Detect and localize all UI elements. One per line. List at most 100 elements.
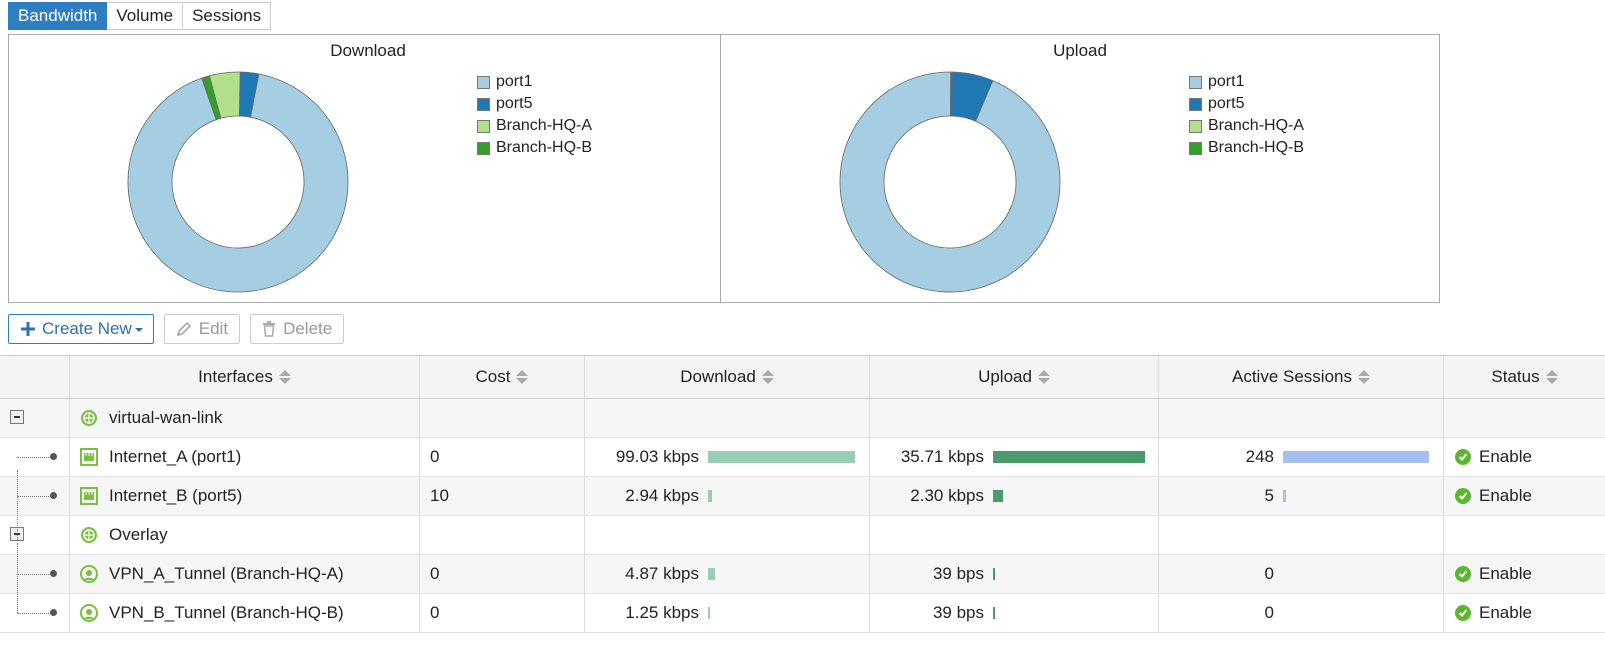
sessions-bar — [1283, 490, 1286, 502]
sort-icon — [516, 370, 529, 384]
interface-cell: VPN_B_Tunnel (Branch-HQ-B) — [70, 594, 420, 632]
check-circle-icon — [1455, 488, 1471, 504]
legend-item[interactable]: Branch-HQ-B — [1189, 137, 1304, 159]
delete-button[interactable]: Delete — [250, 314, 345, 344]
status-cell: Enable — [1444, 594, 1605, 632]
download-chart-title: Download — [330, 41, 406, 60]
edit-label: Edit — [198, 319, 229, 338]
legend-item[interactable]: port1 — [1189, 71, 1304, 93]
interface-name[interactable]: VPN_A_Tunnel (Branch-HQ-A) — [109, 564, 344, 584]
upload-bar — [993, 607, 995, 619]
sessions-cell: 0 — [1159, 594, 1444, 632]
tab-sessions[interactable]: Sessions — [183, 2, 272, 30]
tree-cell — [0, 516, 70, 554]
legend-item[interactable]: Branch-HQ-A — [477, 115, 592, 137]
legend-swatch — [1189, 119, 1202, 133]
edit-button[interactable]: Edit — [163, 314, 241, 344]
status-cell: Enable — [1444, 438, 1605, 476]
legend-swatch — [477, 97, 490, 111]
collapse-icon[interactable] — [10, 410, 24, 424]
sort-icon — [761, 370, 774, 384]
header-download[interactable]: Download — [585, 356, 870, 398]
upload-chart-panel: Upload port1 port5 Branch-HQ-A Branch-HQ-B — [720, 34, 1440, 303]
sessions-value: 5 — [1264, 486, 1274, 505]
chevron-down-icon — [134, 328, 143, 332]
sort-icon — [1037, 370, 1050, 384]
table-row[interactable]: VPN_B_Tunnel (Branch-HQ-B) 0 1.25 kbps 3… — [0, 594, 1605, 633]
header-active-sessions[interactable]: Active Sessions — [1159, 356, 1444, 398]
table-row[interactable]: Internet_B (port5) 10 2.94 kbps 2.30 kbp… — [0, 477, 1605, 516]
legend-item[interactable]: Branch-HQ-A — [1189, 115, 1304, 137]
upload-value: 2.30 kbps — [910, 486, 984, 505]
interface-cell: Overlay — [70, 516, 420, 554]
interface-name[interactable]: Internet_A (port1) — [109, 447, 241, 467]
tree-cell — [0, 555, 70, 593]
tree-node-icon — [50, 492, 57, 499]
interface-name: virtual-wan-link — [109, 408, 223, 427]
create-new-button[interactable]: Create New — [8, 314, 154, 344]
check-circle-icon — [1455, 566, 1471, 582]
download-bar — [708, 568, 716, 580]
interface-cell: Internet_A (port1) — [70, 438, 420, 476]
upload-value: 39 bps — [932, 603, 984, 622]
legend-item[interactable]: port1 — [477, 71, 592, 93]
sdwan-zone-icon — [80, 526, 98, 549]
tab-bandwidth[interactable]: Bandwidth — [8, 2, 108, 30]
upload-cell: 39 bps — [870, 594, 1159, 632]
legend-label: Branch-HQ-B — [496, 139, 593, 156]
interface-name[interactable]: Internet_B (port5) — [109, 486, 242, 506]
cost-value: 0 — [430, 447, 440, 466]
legend-item[interactable]: Branch-HQ-B — [477, 137, 592, 159]
download-cell: 99.03 kbps — [585, 438, 870, 476]
legend-label: port5 — [496, 95, 533, 112]
ethernet-port-icon — [80, 487, 98, 510]
upload-cell — [870, 516, 1159, 554]
tree-node-icon — [50, 570, 57, 577]
sessions-bar — [1283, 451, 1429, 463]
tree-cell — [0, 477, 70, 515]
upload-cell — [870, 399, 1159, 437]
table-row[interactable]: Internet_A (port1) 0 99.03 kbps 35.71 kb… — [0, 438, 1605, 477]
status-value: Enable — [1479, 486, 1532, 505]
header-interfaces[interactable]: Interfaces — [70, 356, 420, 398]
header-tree — [0, 356, 70, 398]
interface-cell: Internet_B (port5) — [70, 477, 420, 515]
upload-donut-chart — [839, 71, 1061, 293]
upload-cell: 39 bps — [870, 555, 1159, 593]
legend-label: port1 — [496, 73, 533, 90]
cost-cell: 0 — [420, 555, 585, 593]
tab-volume[interactable]: Volume — [107, 2, 184, 30]
sdwan-zone-icon — [80, 409, 98, 432]
table-body: virtual-wan-link Internet_A (port1) 0 99… — [0, 399, 1605, 633]
cost-cell: 10 — [420, 477, 585, 515]
sessions-cell — [1159, 399, 1444, 437]
group-row[interactable]: Overlay — [0, 516, 1605, 555]
download-value: 4.87 kbps — [625, 564, 699, 583]
delete-label: Delete — [283, 319, 333, 338]
header-upload[interactable]: Upload — [870, 356, 1159, 398]
download-cell: 2.94 kbps — [585, 477, 870, 515]
cost-value: 0 — [430, 603, 440, 622]
upload-value: 35.71 kbps — [900, 447, 984, 466]
pie-slice-port1[interactable] — [839, 71, 1061, 293]
upload-cell: 35.71 kbps — [870, 438, 1159, 476]
create-new-label: Create New — [42, 319, 132, 338]
legend-label: Branch-HQ-B — [1208, 139, 1305, 156]
download-cell — [585, 516, 870, 554]
legend-item[interactable]: port5 — [477, 93, 592, 115]
plus-icon — [21, 322, 35, 336]
header-status[interactable]: Status — [1444, 356, 1605, 398]
view-tabs: Bandwidth Volume Sessions — [8, 2, 272, 30]
table-header: Interfaces Cost Download Upload Active S… — [0, 355, 1605, 399]
interface-name[interactable]: VPN_B_Tunnel (Branch-HQ-B) — [109, 603, 344, 623]
table-row[interactable]: VPN_A_Tunnel (Branch-HQ-A) 0 4.87 kbps 3… — [0, 555, 1605, 594]
sort-icon — [1545, 370, 1558, 384]
legend-item[interactable]: port5 — [1189, 93, 1304, 115]
upload-value: 39 bps — [932, 564, 984, 583]
group-row[interactable]: virtual-wan-link — [0, 399, 1605, 438]
sort-icon — [1358, 370, 1370, 384]
header-cost[interactable]: Cost — [420, 356, 585, 398]
tree-cell — [0, 438, 70, 476]
status-cell: Enable — [1444, 477, 1605, 515]
tree-connector — [17, 543, 18, 613]
